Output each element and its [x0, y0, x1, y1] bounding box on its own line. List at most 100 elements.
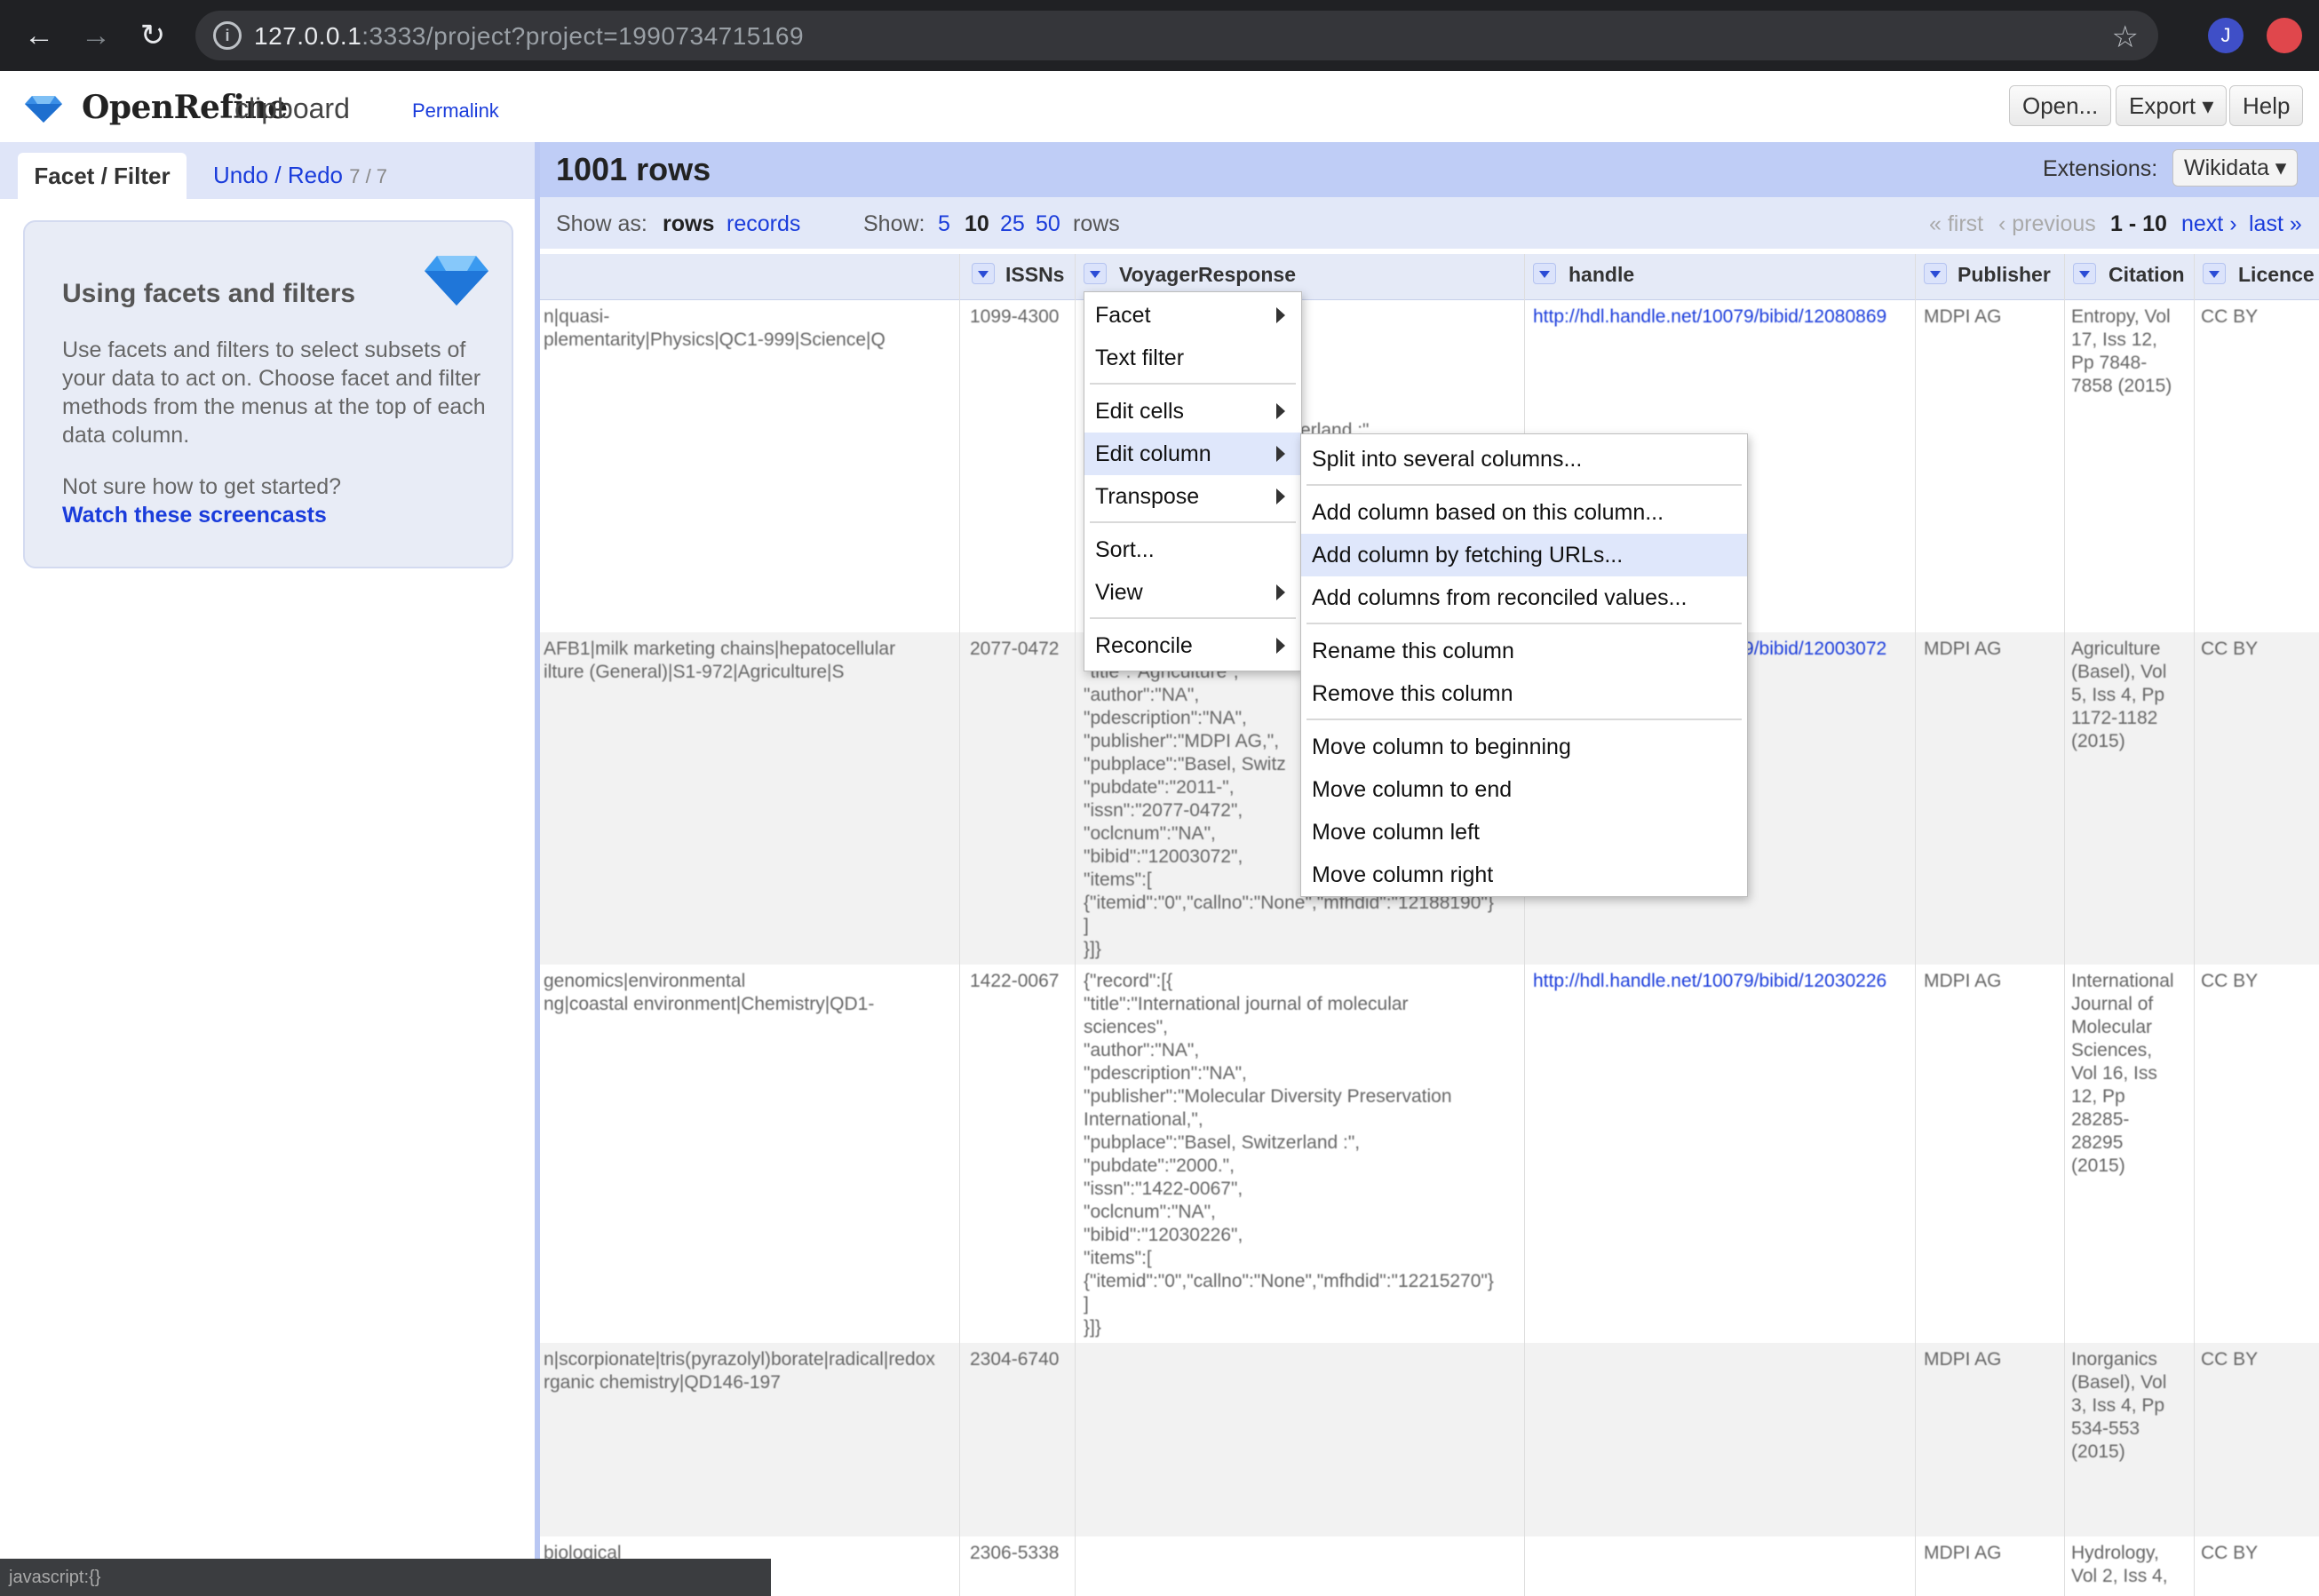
menu-item-split-columns[interactable]: Split into several columns... — [1301, 438, 1747, 480]
help-card-title: Using facets and filters — [62, 279, 356, 308]
menu-item-move-right[interactable]: Move column right — [1301, 854, 1747, 896]
forward-icon[interactable]: → — [76, 16, 115, 55]
menu-item-sort[interactable]: Sort... — [1084, 528, 1301, 571]
back-icon[interactable]: ← — [20, 16, 59, 55]
project-name[interactable]: clipboard — [234, 92, 350, 125]
menu-item-remove-column[interactable]: Remove this column — [1301, 672, 1747, 715]
menu-item-text-filter[interactable]: Text filter — [1084, 337, 1301, 379]
pager-previous[interactable]: ‹ previous — [1998, 211, 2096, 237]
menu-separator — [1090, 617, 1296, 619]
column-header-citation[interactable]: Citation — [2109, 263, 2185, 287]
menu-item-move-left[interactable]: Move column left — [1301, 811, 1747, 854]
menu-item-move-to-end[interactable]: Move column to end — [1301, 768, 1747, 811]
cell-issns[interactable]: 1422-0067 — [970, 970, 1071, 993]
cell-citation[interactable]: International Journal of Molecular Scien… — [2071, 970, 2190, 1178]
cell-publisher[interactable]: MDPI AG — [1924, 638, 2061, 661]
pager-next[interactable]: next › — [2181, 211, 2237, 237]
help-button[interactable]: Help — [2229, 85, 2304, 126]
cell-citation[interactable]: Entropy, Vol 17, Iss 12, Pp 7848- 7858 (… — [2071, 306, 2190, 398]
menu-item-view[interactable]: View — [1084, 571, 1301, 614]
mode-rows[interactable]: rows — [663, 211, 714, 237]
site-info-icon[interactable]: i — [213, 21, 242, 50]
column-header-publisher[interactable]: Publisher — [1958, 263, 2051, 287]
cell-citation[interactable]: Inorganics (Basel), Vol 3, Iss 4, Pp 534… — [2071, 1348, 2190, 1464]
address-bar[interactable]: i 127.0.0.1:3333/project?project=1990734… — [195, 11, 2158, 60]
menu-item-edit-cells[interactable]: Edit cells — [1084, 390, 1301, 433]
menu-separator — [1306, 484, 1742, 486]
menu-item-add-column-based[interactable]: Add column based on this column... — [1301, 491, 1747, 534]
menu-item-add-columns-reconciled[interactable]: Add columns from reconciled values... — [1301, 576, 1747, 619]
cell-licence[interactable]: CC BY — [2201, 638, 2316, 661]
cell-citation[interactable]: Agriculture (Basel), Vol 5, Iss 4, Pp 11… — [2071, 638, 2190, 753]
cell-licence[interactable]: CC BY — [2201, 306, 2316, 329]
page-size-10[interactable]: 10 — [965, 211, 989, 237]
cell-licence[interactable]: CC BY — [2201, 1542, 2316, 1565]
page-size-5[interactable]: 5 — [938, 211, 950, 237]
column-menu-arrow-icon[interactable] — [2073, 263, 2096, 284]
column-header-handle[interactable]: handle — [1569, 263, 1634, 287]
column-context-menu: Facet Text filter Edit cells Edit column… — [1084, 291, 1302, 671]
table-header-row — [540, 254, 2319, 300]
diamond-icon — [425, 256, 488, 306]
column-header-issns[interactable]: ISSNs — [1005, 263, 1064, 287]
submenu-arrow-icon — [1276, 584, 1285, 600]
cell-subjects[interactable]: AFB1|milk marketing chains|hepatocellula… — [544, 638, 956, 684]
menu-item-rename-column[interactable]: Rename this column — [1301, 630, 1747, 672]
cell-publisher[interactable]: MDPI AG — [1924, 306, 2061, 329]
tab-undo-redo[interactable]: Undo / Redo 7 / 7 — [213, 162, 387, 189]
status-bar: javascript:{} — [0, 1559, 771, 1596]
submenu-arrow-icon — [1276, 446, 1285, 462]
cell-publisher[interactable]: MDPI AG — [1924, 1542, 2061, 1565]
pager-first[interactable]: « first — [1929, 211, 1983, 237]
show-label: Show: — [863, 211, 925, 236]
cell-voyagerresponse[interactable]: {"record":[{ "title":"International jour… — [1084, 970, 1521, 1338]
cell-licence[interactable]: CC BY — [2201, 970, 2316, 993]
menu-item-reconcile[interactable]: Reconcile — [1084, 624, 1301, 667]
cell-publisher[interactable]: MDPI AG — [1924, 1348, 2061, 1371]
menu-item-move-to-beginning[interactable]: Move column to beginning — [1301, 726, 1747, 768]
submenu-arrow-icon — [1276, 403, 1285, 419]
extension-icon[interactable] — [2267, 18, 2302, 53]
cell-issns[interactable]: 2304-6740 — [970, 1348, 1071, 1371]
cell-licence[interactable]: CC BY — [2201, 1348, 2316, 1371]
cell-subjects[interactable]: n|scorpionate|tris(pyrazolyl)borate|radi… — [544, 1348, 956, 1394]
open-button[interactable]: Open... — [2009, 85, 2112, 126]
menu-separator — [1306, 719, 1742, 720]
reload-icon[interactable]: ↻ — [133, 16, 172, 55]
cell-publisher[interactable]: MDPI AG — [1924, 970, 2061, 993]
column-header-licence[interactable]: Licence — [2238, 263, 2315, 287]
extensions-dropdown[interactable]: Wikidata ▾ — [2172, 149, 2299, 187]
mode-records[interactable]: records — [727, 211, 800, 237]
cell-subjects[interactable]: n|quasi- plementarity|Physics|QC1-999|Sc… — [544, 306, 956, 352]
help-card-question: Not sure how to get started? — [62, 474, 342, 499]
menu-item-add-column-fetching-urls[interactable]: Add column by fetching URLs... — [1301, 534, 1747, 576]
cell-subjects[interactable]: genomics|environmental ng|coastal enviro… — [544, 970, 956, 1016]
menu-separator — [1090, 383, 1296, 385]
cell-issns[interactable]: 2077-0472 — [970, 638, 1071, 661]
openrefine-logo-icon — [25, 96, 62, 123]
permalink-link[interactable]: Permalink — [412, 99, 499, 123]
menu-separator — [1090, 521, 1296, 523]
page-size-50[interactable]: 50 — [1036, 211, 1060, 237]
column-header-voyagerresponse[interactable]: VoyagerResponse — [1119, 263, 1296, 287]
column-menu-arrow-icon[interactable] — [1533, 263, 1556, 284]
cell-citation[interactable]: Hydrology, Vol 2, Iss 4, — [2071, 1542, 2190, 1593]
column-menu-arrow-icon[interactable] — [1084, 263, 1107, 284]
page-size-25[interactable]: 25 — [1000, 211, 1025, 237]
column-menu-arrow-icon[interactable] — [2203, 263, 2226, 284]
column-menu-arrow-icon[interactable] — [972, 263, 995, 284]
menu-item-transpose[interactable]: Transpose — [1084, 475, 1301, 518]
export-button[interactable]: Export ▾ — [2116, 85, 2228, 126]
column-menu-arrow-icon[interactable] — [1924, 263, 1947, 284]
cell-issns[interactable]: 2306-5338 — [970, 1542, 1071, 1565]
menu-item-facet[interactable]: Facet — [1084, 294, 1301, 337]
profile-avatar[interactable]: J — [2208, 18, 2244, 53]
pager-last[interactable]: last » — [2249, 211, 2302, 237]
cell-handle-link[interactable]: http://hdl.handle.net/10079/bibid/120808… — [1533, 306, 1911, 329]
bookmark-star-icon[interactable]: ☆ — [2112, 20, 2139, 55]
cell-handle-link[interactable]: http://hdl.handle.net/10079/bibid/120302… — [1533, 970, 1911, 993]
menu-item-edit-column[interactable]: Edit column — [1084, 433, 1301, 475]
cell-issns[interactable]: 1099-4300 — [970, 306, 1071, 329]
tab-facet-filter[interactable]: Facet / Filter — [18, 153, 187, 199]
screencasts-link[interactable]: Watch these screencasts — [62, 503, 327, 528]
